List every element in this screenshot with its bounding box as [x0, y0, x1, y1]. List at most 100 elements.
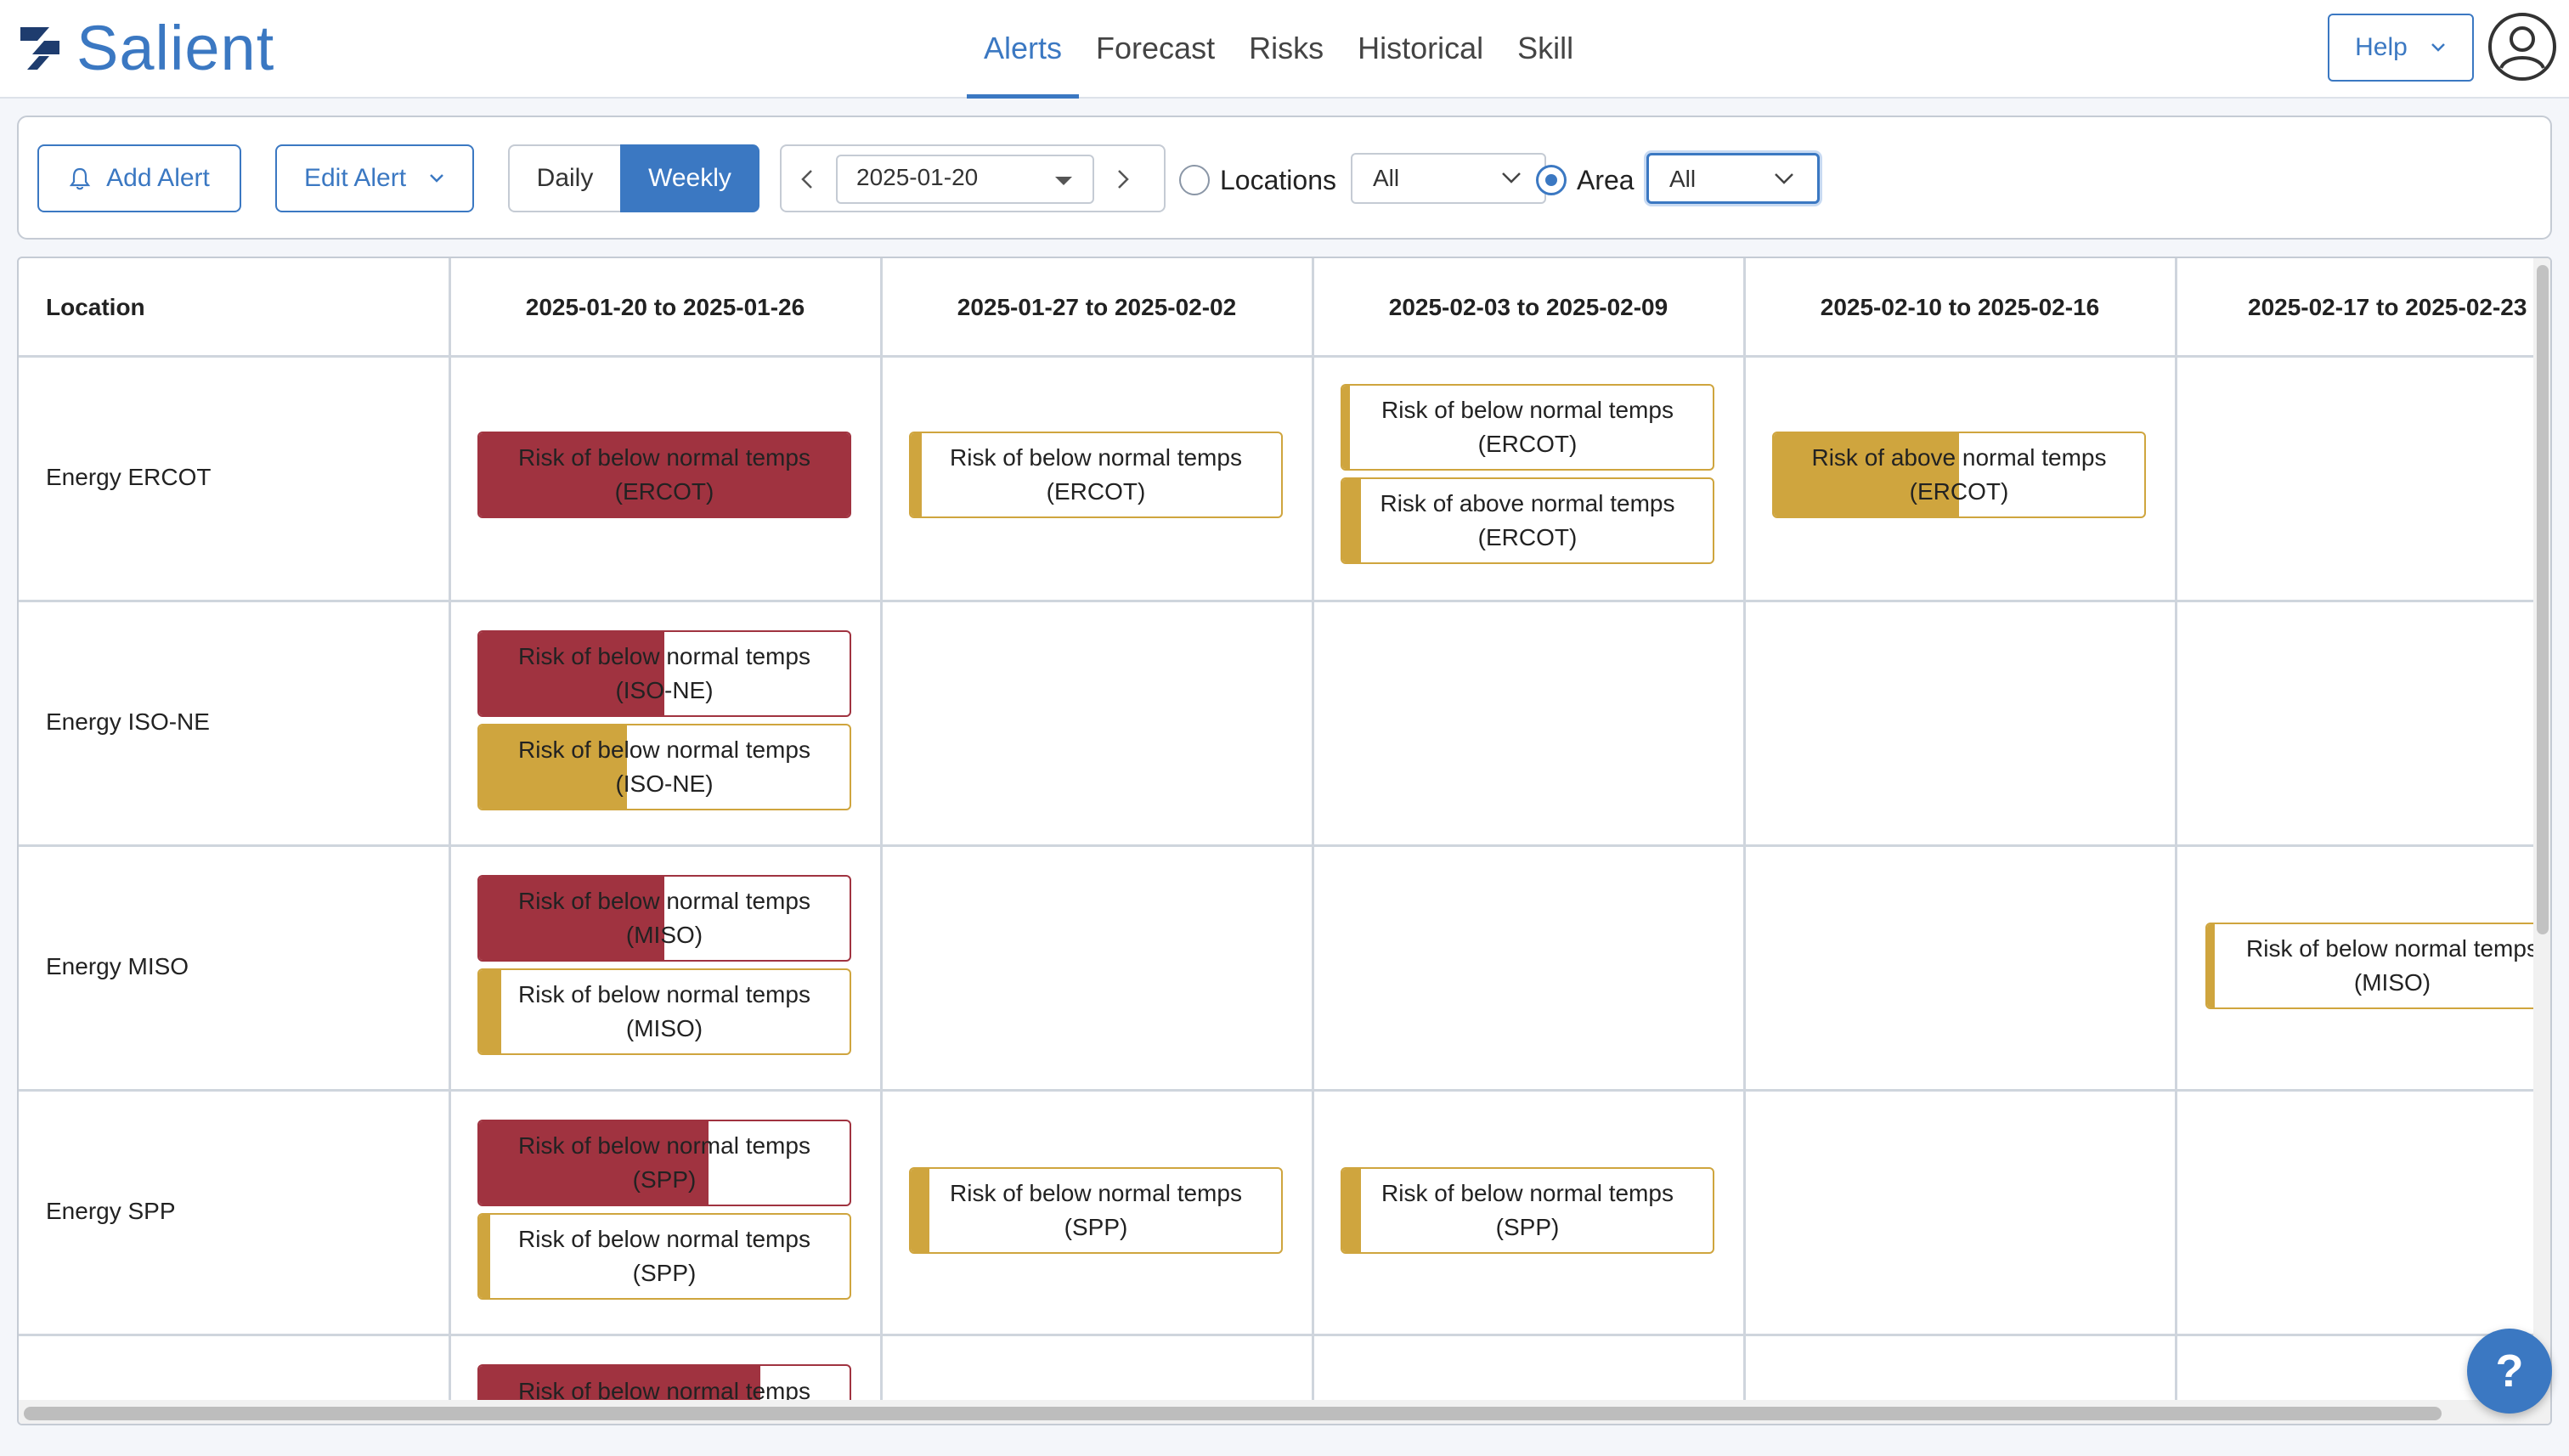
alert-region: (MISO) — [625, 1015, 703, 1041]
alert-title: Risk of below normal temps — [2246, 935, 2538, 962]
edit-alert-label: Edit Alert — [303, 164, 407, 192]
main-nav: Alerts Forecast Risks Historical Skill — [967, 0, 1590, 99]
alert-card[interactable]: Risk of below normal temps (MISO) — [477, 968, 851, 1055]
period-toggle: Daily Weekly — [508, 144, 759, 212]
alert-title: Risk of below normal temps — [518, 1132, 810, 1159]
row-divider — [19, 844, 2533, 847]
row-divider — [19, 1089, 2533, 1092]
alert-region: (MISO) — [2353, 969, 2431, 996]
column-divider — [2175, 258, 2177, 1424]
alert-card[interactable]: Risk of below normal temps (MISO) — [477, 875, 851, 962]
top-header: Salient Alerts Forecast Risks Historical… — [0, 0, 2569, 99]
row-location-label: Energy ERCOT — [46, 464, 212, 490]
alert-card[interactable]: Risk of below normal temps (SPP) — [1341, 1167, 1714, 1254]
week-header: 2025-01-20 to 2025-01-26 — [525, 294, 805, 320]
alert-region: (SPP) — [632, 1260, 697, 1286]
chevron-down-icon — [2431, 43, 2445, 52]
alert-region: (ISO-NE) — [615, 677, 714, 703]
nav-risks[interactable]: Risks — [1232, 0, 1341, 99]
alert-card[interactable]: Risk of below normal temps (ISO-NE) — [477, 630, 851, 717]
chevron-down-icon — [1775, 173, 1793, 184]
date-navigator: 2025-01-20 — [780, 144, 1166, 212]
area-radio-label[interactable]: Area — [1577, 165, 1635, 195]
bell-icon — [69, 167, 91, 190]
date-value: 2025-01-20 — [856, 164, 979, 190]
caret-down-icon — [1055, 177, 1072, 185]
row-divider — [19, 600, 2533, 602]
nav-skill[interactable]: Skill — [1500, 0, 1590, 99]
alert-region: (SPP) — [632, 1166, 697, 1193]
alert-region: (SPP) — [1064, 1214, 1128, 1240]
area-select-value: All — [1669, 166, 1697, 192]
week-header: 2025-02-10 to 2025-02-16 — [1820, 294, 2100, 320]
week-header: 2025-02-03 to 2025-02-09 — [1388, 294, 1668, 320]
weekly-toggle[interactable]: Weekly — [620, 144, 759, 212]
alert-card[interactable]: Risk of below normal temps (ISO-NE) — [477, 724, 851, 810]
alert-card[interactable]: Risk of below normal temps (ERCOT) — [909, 432, 1283, 518]
alert-card[interactable]: Risk of below normal temps (SPP) — [477, 1120, 851, 1206]
alert-region: (ISO-NE) — [615, 770, 714, 797]
locations-select[interactable]: All — [1351, 153, 1546, 204]
date-picker[interactable]: 2025-01-20 — [836, 155, 1094, 204]
alert-region: (ERCOT) — [1909, 478, 2009, 505]
chevron-right-icon[interactable] — [1109, 166, 1135, 192]
area-select[interactable]: All — [1646, 153, 1820, 204]
row-location-label: Energy ISO-NE — [46, 708, 210, 735]
alert-card[interactable]: Risk of above normal temps (ERCOT) — [1341, 477, 1714, 564]
help-fab-button[interactable]: ? — [2467, 1329, 2552, 1414]
add-alert-button[interactable]: Add Alert — [37, 144, 241, 212]
alert-region: (ERCOT) — [1046, 478, 1146, 505]
salient-logo-icon — [20, 27, 59, 70]
help-label: Help — [2355, 33, 2408, 61]
alert-card[interactable]: Risk of below normal temps (SPP) — [909, 1167, 1283, 1254]
daily-toggle[interactable]: Daily — [508, 144, 620, 212]
alert-title: Risk of below normal temps — [518, 736, 810, 763]
alert-region: (SPP) — [1495, 1214, 1560, 1240]
vertical-scroll-thumb[interactable] — [2537, 265, 2549, 934]
alert-title: Risk of below normal temps — [518, 888, 810, 914]
edit-alert-button[interactable]: Edit Alert — [275, 144, 474, 212]
area-radio[interactable] — [1536, 165, 1567, 195]
locations-radio[interactable] — [1179, 165, 1210, 195]
alert-title: Risk of below normal temps — [1381, 397, 1674, 423]
nav-forecast[interactable]: Forecast — [1079, 0, 1232, 99]
alert-region: (ERCOT) — [614, 478, 714, 505]
alert-title: Risk of below normal temps — [518, 444, 810, 471]
column-divider — [1743, 258, 1746, 1424]
row-location-label: Energy MISO — [46, 953, 189, 979]
horizontal-scrollbar[interactable] — [19, 1400, 2533, 1424]
alert-title: Risk of below normal temps — [518, 643, 810, 669]
alert-region: (ERCOT) — [1477, 524, 1578, 550]
app-name: Salient — [76, 13, 275, 83]
alert-title: Risk of below normal temps — [950, 1180, 1242, 1206]
alert-title: Risk of below normal temps — [1381, 1180, 1674, 1206]
help-dropdown-button[interactable]: Help — [2328, 14, 2474, 82]
alerts-table: Location 2025-01-20 to 2025-01-26 2025-0… — [17, 257, 2552, 1425]
alert-card[interactable]: Risk of above normal temps (ERCOT) — [1772, 432, 2146, 518]
alert-card[interactable]: Risk of below normal temps (ERCOT) — [477, 432, 851, 518]
chevron-down-icon — [1502, 172, 1521, 183]
alerts-toolbar: Add Alert Edit Alert Daily Weekly 2025-0… — [17, 116, 2552, 240]
week-header: 2025-02-17 to 2025-02-23 — [2248, 294, 2527, 320]
row-location-label: Energy SPP — [46, 1198, 176, 1224]
column-divider — [449, 258, 451, 1424]
alert-title: Risk of above normal temps — [1811, 444, 2107, 471]
locations-select-value: All — [1373, 165, 1400, 191]
salient-logo[interactable]: Salient — [15, 13, 275, 83]
row-divider — [19, 355, 2533, 358]
horizontal-scroll-thumb[interactable] — [24, 1407, 2442, 1420]
alert-region: (ERCOT) — [1477, 431, 1578, 457]
chevron-left-icon[interactable] — [795, 166, 821, 192]
alert-card[interactable]: Risk of below normal temps (MISO) — [2205, 923, 2550, 1009]
column-divider — [1312, 258, 1314, 1424]
alert-card[interactable]: Risk of below normal temps (ERCOT) — [1341, 384, 1714, 471]
week-header: 2025-01-27 to 2025-02-02 — [957, 294, 1237, 320]
nav-historical[interactable]: Historical — [1341, 0, 1500, 99]
user-avatar-icon[interactable] — [2487, 12, 2557, 82]
vertical-scrollbar[interactable] — [2533, 258, 2550, 1424]
location-column-header: Location — [46, 294, 145, 320]
alert-title: Risk of below normal temps — [518, 981, 810, 1007]
locations-radio-label[interactable]: Locations — [1220, 165, 1336, 195]
alert-card[interactable]: Risk of below normal temps (SPP) — [477, 1213, 851, 1300]
nav-alerts[interactable]: Alerts — [967, 0, 1080, 99]
